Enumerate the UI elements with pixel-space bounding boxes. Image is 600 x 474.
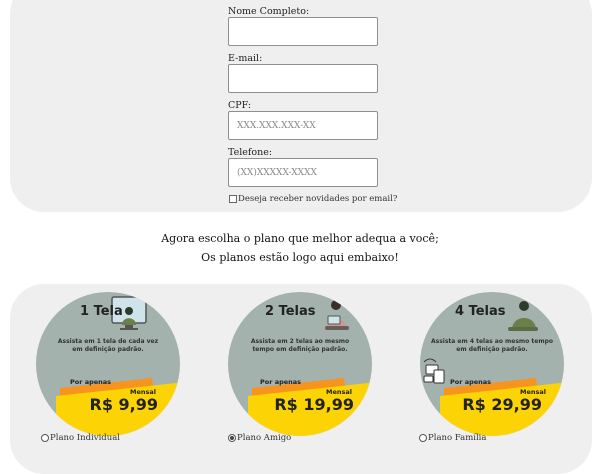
plan-option-individual[interactable]: Plano Individual [41, 433, 120, 443]
phone-field-group: Telefone: [228, 147, 378, 187]
cpf-input[interactable] [228, 111, 378, 140]
plan-title: 4 Telas [455, 304, 506, 319]
cpf-field-group: CPF: [228, 100, 378, 140]
email-field-group: E-mail: [228, 53, 378, 93]
newsletter-label: Deseja receber novidades por email? [238, 194, 398, 204]
email-label: E-mail: [228, 53, 263, 64]
plan-desc-line2: em definição padrão. [72, 346, 143, 353]
cpf-label: CPF: [228, 100, 252, 111]
plan-badge: 4 Telas Assista em 4 telas ao mesmo temp… [420, 292, 564, 436]
plan-card-familia[interactable]: 4 Telas Assista em 4 telas ao mesmo temp… [420, 292, 564, 436]
plan-badge: 1 Tela Assista em 1 tela de cada vez em … [36, 292, 180, 436]
name-label: Nome Completo: [228, 6, 310, 17]
email-input[interactable] [228, 64, 378, 93]
plan-desc-line1: Assista em 4 telas ao mesmo tempo [431, 338, 553, 345]
plan-option-label: Plano Amigo [237, 433, 292, 443]
phone-input[interactable] [228, 158, 378, 187]
name-field-group: Nome Completo: [228, 6, 378, 46]
phone-label: Telefone: [228, 147, 273, 158]
plan-desc-line1: Assista em 1 tela de cada vez [58, 338, 159, 345]
plan-promo: Por apenas [450, 378, 491, 386]
plan-price: R$ 9,99 [90, 395, 159, 414]
plan-title: 1 Tela [80, 304, 123, 319]
plan-promo: Por apenas [70, 378, 111, 386]
newsletter-option[interactable]: Deseja receber novidades por email? [229, 194, 397, 204]
intro-line-1: Agora escolha o plano que melhor adequa … [161, 232, 439, 245]
plan-desc-line1: Assista em 2 telas ao mesmo [251, 338, 349, 345]
plan-radio-amigo[interactable] [228, 434, 236, 442]
plan-price: R$ 19,99 [274, 395, 354, 414]
plan-option-label: Plano Família [428, 433, 487, 443]
plan-badge: 2 Telas Assista em 2 telas ao mesmo temp… [228, 292, 372, 436]
plan-option-familia[interactable]: Plano Família [419, 433, 486, 443]
plan-radio-familia[interactable] [419, 434, 427, 442]
plan-option-amigo[interactable]: Plano Amigo [228, 433, 291, 443]
newsletter-checkbox[interactable] [229, 195, 237, 203]
intro-line-2: Os planos estão logo aqui embaixo! [201, 251, 399, 264]
plan-radio-individual[interactable] [41, 434, 49, 442]
plan-title: 2 Telas [265, 304, 316, 319]
plan-option-label: Plano Individual [50, 433, 121, 443]
plan-desc-line2: em definição padrão. [456, 346, 527, 353]
plan-card-amigo[interactable]: 2 Telas Assista em 2 telas ao mesmo temp… [228, 292, 372, 436]
plan-desc-line2: tempo em definição padrão. [252, 346, 347, 353]
plan-price: R$ 29,99 [462, 395, 542, 414]
plan-card-individual[interactable]: 1 Tela Assista em 1 tela de cada vez em … [36, 292, 180, 436]
plan-promo: Por apenas [260, 378, 301, 386]
name-input[interactable] [228, 17, 378, 46]
